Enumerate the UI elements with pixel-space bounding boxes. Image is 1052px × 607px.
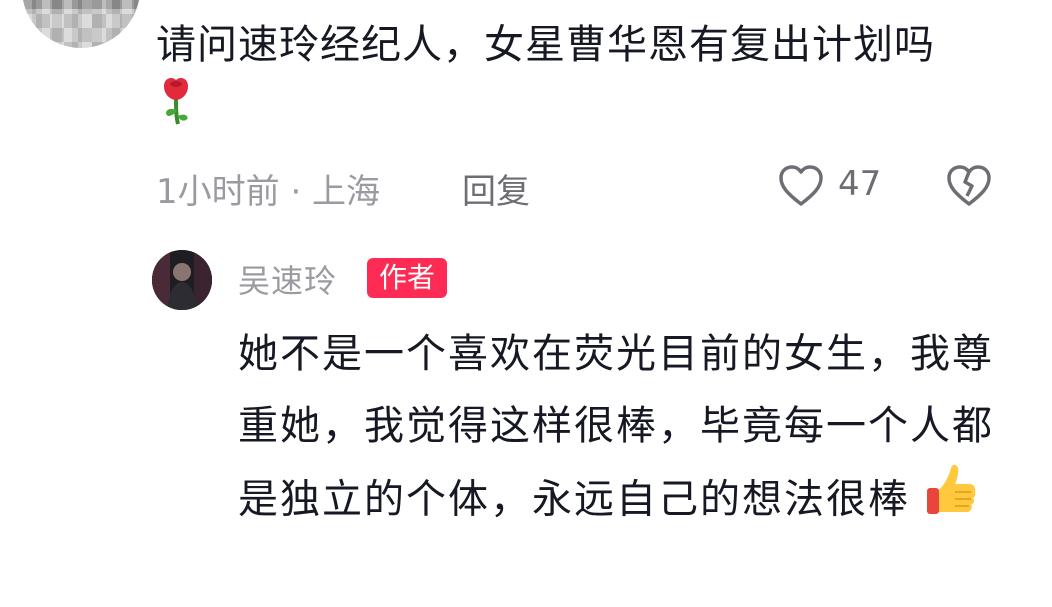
comment-time-location: 1小时前 · 上海 <box>156 172 381 212</box>
comment-body: 请问速玲经纪人，女星曹华恩有复出计划吗 <box>156 22 935 68</box>
comment-meta-row: 1小时前 · 上海 回复 47 <box>156 158 1016 214</box>
reply-text: 她不是一个喜欢在荧光目前的女生，我尊重她，我觉得这样很棒，毕竟每一个人都是独立的… <box>238 318 1018 541</box>
commenter-avatar[interactable] <box>22 0 140 48</box>
heart-outline-icon[interactable] <box>778 164 824 217</box>
comment-text: 请问速玲经纪人，女星曹华恩有复出计划吗 <box>156 14 976 144</box>
rose-emoji <box>156 76 196 144</box>
like-count: 47 <box>838 164 882 204</box>
avatar-mosaic <box>22 0 140 48</box>
author-avatar[interactable] <box>152 250 212 310</box>
author-badge: 作者 <box>367 258 448 298</box>
reply-button[interactable]: 回复 <box>462 164 530 213</box>
reply-body: 她不是一个喜欢在荧光目前的女生，我尊重她，我觉得这样很棒，毕竟每一个人都是独立的… <box>238 331 994 523</box>
broken-heart-outline-icon[interactable] <box>946 164 992 217</box>
author-avatar-image <box>152 250 212 310</box>
author-name[interactable]: 吴速玲 <box>238 256 337 302</box>
thumbs-up-emoji <box>925 462 977 541</box>
